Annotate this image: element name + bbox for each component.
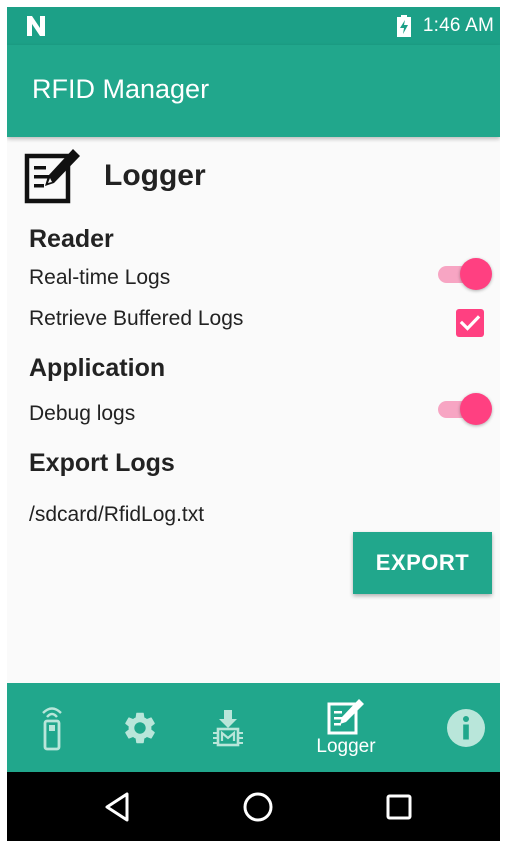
status-time: 1:46 AM [422,15,494,36]
back-icon[interactable] [101,789,137,825]
info-icon [447,708,485,747]
status-bar: 1:46 AM [7,7,500,45]
toggle-thumb [460,393,492,425]
gear-icon [125,712,155,743]
export-path: /sdcard/RfidLog.txt [29,503,205,526]
buffered-logs-checkbox[interactable] [456,309,484,337]
system-nav-bar [7,772,500,841]
nav-item-about[interactable] [441,683,491,772]
app-bar: RFID Manager [7,45,500,137]
page-title: Logger [104,159,206,192]
screen: 1:46 AM RFID Manager Logger Reader Real-… [7,7,500,841]
rfid-reader-icon [42,706,62,750]
buffered-logs-label: Retrieve Buffered Logs [29,307,244,330]
nav-item-reader[interactable] [25,683,79,772]
recents-icon[interactable] [381,789,417,825]
export-button[interactable]: EXPORT [353,532,492,594]
home-icon[interactable] [240,789,276,825]
debug-logs-toggle[interactable] [436,392,492,426]
logger-edit-icon [327,699,364,735]
nav-item-settings[interactable] [115,683,165,772]
status-indicators: 1:46 AM [396,13,494,39]
bottom-nav: Logger [7,683,500,772]
nav-item-firmware[interactable] [203,683,253,772]
export-logs-heading: Export Logs [29,449,175,477]
realtime-logs-toggle[interactable] [436,257,492,291]
toggle-thumb [460,258,492,290]
n-notification-icon [27,16,45,36]
download-chip-icon [213,709,243,746]
app-title: RFID Manager [32,74,210,104]
debug-logs-label: Debug logs [29,402,136,425]
checkmark-icon [459,315,481,331]
page-header: Logger [24,145,206,207]
battery-charging-icon [396,15,411,37]
reader-heading: Reader [29,225,114,253]
logger-edit-icon [24,149,80,204]
application-heading: Application [29,354,166,382]
nav-label-logger: Logger [316,736,376,757]
realtime-logs-label: Real-time Logs [29,266,171,289]
nav-item-logger[interactable]: Logger [298,683,394,772]
